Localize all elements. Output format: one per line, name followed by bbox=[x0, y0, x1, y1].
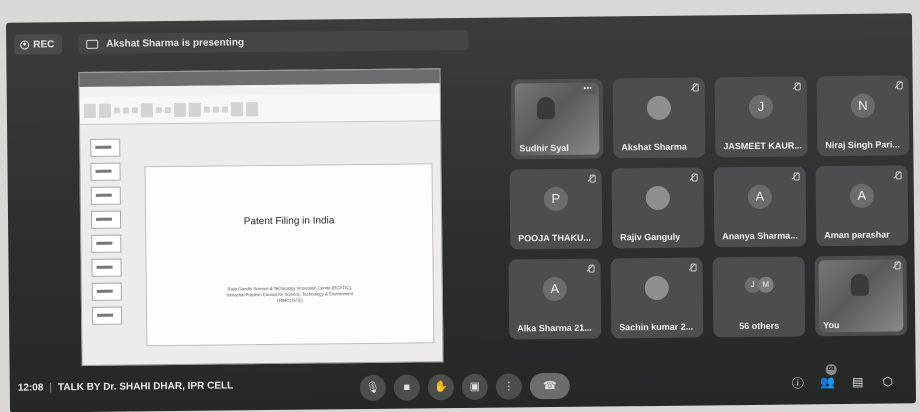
chat-icon: ▤ bbox=[852, 374, 864, 389]
leave-call-button[interactable]: ☎ bbox=[529, 372, 570, 400]
presenting-text: Akshat Sharma is presenting bbox=[106, 36, 245, 50]
camera-icon: ■ bbox=[403, 381, 411, 394]
hand-icon: ✋ bbox=[433, 380, 448, 393]
participant-name: Aman parashar bbox=[824, 229, 890, 241]
camera-toggle-button[interactable]: ■ bbox=[393, 374, 420, 401]
mic-off-icon bbox=[792, 172, 799, 182]
participant-tile[interactable]: A Alka Sharma 21... bbox=[508, 258, 602, 340]
end-call-icon: ☎ bbox=[542, 379, 557, 392]
activities-button[interactable]: ⬡ bbox=[878, 371, 898, 391]
participant-name: You bbox=[823, 320, 840, 331]
meeting-info: 12:08 | TALK BY Dr. SHAHI DHAR, IPR CELL bbox=[18, 380, 233, 393]
participant-tile[interactable]: Akshat Sharma bbox=[612, 77, 706, 159]
slide-thumbnail bbox=[91, 282, 122, 301]
mic-off-icon bbox=[895, 81, 902, 91]
others-count: 56 others bbox=[739, 320, 780, 332]
present-button[interactable]: ▣ bbox=[461, 373, 488, 401]
participant-name: Ananya Sharma... bbox=[722, 230, 798, 242]
avatar: A bbox=[542, 276, 567, 302]
presenting-banner: Akshat Sharma is presenting bbox=[78, 29, 469, 54]
raise-hand-button[interactable]: ✋ bbox=[427, 374, 454, 401]
meeting-time: 12:08 bbox=[17, 382, 44, 394]
mic-off-icon: 🎙 bbox=[365, 381, 380, 394]
slide-thumbnail bbox=[91, 234, 122, 253]
chat-button[interactable]: ▤ bbox=[848, 372, 868, 392]
participant-name: Rajiv Ganguly bbox=[620, 231, 681, 243]
more-options-icon[interactable]: ••• bbox=[578, 84, 597, 95]
mic-off-icon bbox=[690, 174, 697, 184]
avatar: A bbox=[747, 184, 772, 209]
participant-name: Alka Sharma 21... bbox=[517, 322, 592, 334]
rec-label: REC bbox=[33, 38, 55, 50]
mic-off-icon bbox=[587, 265, 594, 275]
participant-tile[interactable]: A Ananya Sharma... bbox=[713, 166, 807, 248]
activities-icon: ⬡ bbox=[882, 374, 894, 389]
ppt-ribbon bbox=[79, 93, 441, 125]
meet-window: REC Akshat Sharma is presenting Patent F… bbox=[5, 13, 917, 412]
participant-tile[interactable]: Rajiv Ganguly bbox=[611, 167, 705, 249]
participant-name: Akshat Sharma bbox=[621, 141, 687, 153]
avatar: A bbox=[849, 183, 874, 208]
meeting-details-button[interactable]: ⓘ bbox=[788, 372, 808, 392]
more-options-button[interactable]: ⋮ bbox=[495, 373, 522, 400]
present-screen-icon bbox=[86, 39, 99, 49]
record-icon bbox=[20, 40, 30, 50]
participant-tile[interactable]: A Aman parashar bbox=[815, 165, 909, 247]
info-icon: ⓘ bbox=[791, 375, 804, 391]
shared-screen: Patent Filing in India Rajiv Gandhi Scie… bbox=[78, 68, 444, 366]
top-bar: REC Akshat Sharma is presenting bbox=[6, 13, 912, 62]
mic-off-icon bbox=[588, 175, 595, 185]
slide-thumbnail bbox=[90, 186, 121, 205]
slide-subtitle-line: (HIMCOSTE) bbox=[277, 297, 303, 303]
participant-name: Sachin kumar 2... bbox=[619, 321, 694, 333]
slide-thumbnails bbox=[84, 133, 126, 361]
avatar bbox=[644, 275, 669, 301]
participant-tile[interactable]: P POOJA THAKU... bbox=[509, 168, 603, 250]
participant-tile[interactable]: J JASMEET KAUR... bbox=[714, 76, 808, 158]
participant-tile[interactable]: ••• Sudhir Syal bbox=[510, 78, 604, 160]
mic-off-icon bbox=[793, 82, 800, 92]
participant-tile[interactable]: Sachin kumar 2... bbox=[610, 257, 704, 339]
mic-off-icon bbox=[691, 84, 698, 94]
participant-tile[interactable]: N Niraj Singh Pari... bbox=[816, 75, 910, 157]
others-avatars: J M bbox=[744, 276, 774, 294]
avatar bbox=[646, 95, 672, 121]
bottom-bar: 12:08 | TALK BY Dr. SHAHI DHAR, IPR CELL 🎙… bbox=[10, 357, 916, 412]
avatar: N bbox=[850, 93, 876, 118]
slide-thumbnail bbox=[90, 162, 121, 181]
mic-toggle-button[interactable]: 🎙 bbox=[359, 374, 386, 402]
mic-off-icon bbox=[689, 264, 696, 274]
people-button[interactable]: 👥 68 bbox=[818, 364, 838, 392]
meeting-title: TALK BY Dr. SHAHI DHAR, IPR CELL bbox=[57, 380, 234, 394]
avatar: P bbox=[543, 186, 568, 212]
others-tile[interactable]: J M 56 others bbox=[712, 256, 806, 338]
mic-off-icon bbox=[893, 261, 900, 271]
people-icon: 👥 bbox=[820, 375, 836, 390]
slide-thumbnail bbox=[91, 258, 122, 277]
people-count-badge: 68 bbox=[825, 364, 837, 376]
slide-thumbnail bbox=[91, 306, 123, 325]
avatar: M bbox=[757, 276, 774, 293]
slide-thumbnail bbox=[90, 138, 121, 157]
slide-thumbnail bbox=[90, 210, 122, 229]
more-vert-icon: ⋮ bbox=[503, 379, 515, 393]
self-tile[interactable]: You bbox=[814, 255, 908, 337]
slide-subtitle: Rajiv Gandhi Science & Technology Innova… bbox=[177, 285, 403, 305]
present-screen-icon: ▣ bbox=[469, 380, 481, 393]
recording-indicator[interactable]: REC bbox=[14, 34, 63, 55]
participant-name: Sudhir Syal bbox=[519, 142, 569, 154]
participant-name: JASMEET KAUR... bbox=[723, 140, 802, 152]
slide-title: Patent Filing in India bbox=[243, 215, 335, 228]
avatar: J bbox=[748, 94, 774, 119]
participant-name: Niraj Singh Pari... bbox=[825, 139, 900, 151]
current-slide: Patent Filing in India Rajiv Gandhi Scie… bbox=[144, 163, 435, 347]
separator: | bbox=[49, 382, 53, 394]
mic-off-icon bbox=[894, 171, 901, 181]
participant-name: POOJA THAKU... bbox=[518, 232, 592, 244]
avatar bbox=[645, 185, 670, 211]
